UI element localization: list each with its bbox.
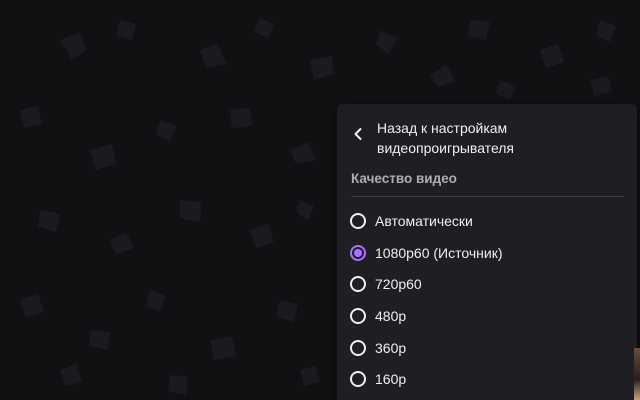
- back-to-player-settings-button[interactable]: Назад к настройкам видеопроигрывателя: [349, 118, 619, 158]
- option-label: Автоматически: [375, 212, 473, 229]
- option-label: 480p: [375, 307, 407, 324]
- quality-option-1080p60[interactable]: 1080p60 (Источник): [350, 237, 630, 269]
- quality-option-auto[interactable]: Автоматически: [350, 205, 630, 237]
- quality-option-480p[interactable]: 480p: [350, 300, 630, 332]
- divider: [351, 196, 624, 197]
- option-label: 160p: [375, 371, 407, 388]
- option-label: 720p60: [375, 276, 422, 293]
- quality-option-160p[interactable]: 160p: [350, 363, 630, 395]
- back-label: Назад к настройкам видеопроигрывателя: [377, 120, 515, 156]
- radio-button[interactable]: [350, 307, 366, 324]
- radio-button[interactable]: [350, 212, 366, 229]
- section-title: Качество видео: [351, 171, 457, 186]
- chevron-left-icon: [354, 128, 362, 140]
- quality-options-list: Автоматически 1080p60 (Источник) 720p60 …: [350, 205, 630, 395]
- quality-option-720p60[interactable]: 720p60: [350, 268, 630, 300]
- radio-button[interactable]: [350, 276, 366, 293]
- radio-button-selected[interactable]: [350, 244, 366, 261]
- quality-option-360p[interactable]: 360p: [350, 332, 630, 364]
- video-player: Назад к настройкам видеопроигрывателя Ка…: [0, 0, 640, 400]
- video-quality-menu: Назад к настройкам видеопроигрывателя Ка…: [337, 104, 637, 400]
- video-thumbnail-edge: [634, 348, 640, 400]
- radio-button[interactable]: [350, 339, 366, 356]
- option-label: 1080p60 (Источник): [375, 244, 503, 261]
- radio-button[interactable]: [350, 371, 366, 388]
- option-label: 360p: [375, 339, 407, 356]
